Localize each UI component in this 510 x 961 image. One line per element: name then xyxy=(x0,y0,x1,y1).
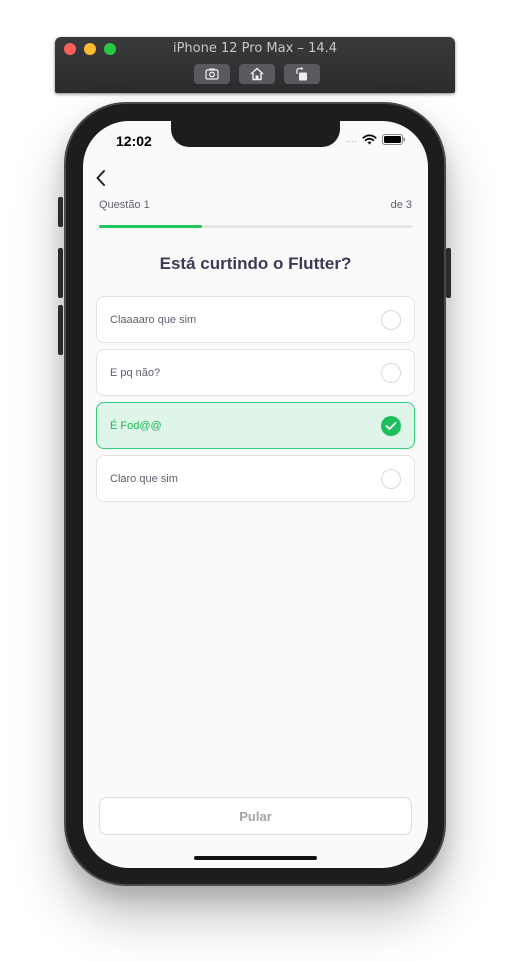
rotate-button[interactable] xyxy=(284,64,320,84)
mute-switch xyxy=(58,197,63,227)
simulator-title: iPhone 12 Pro Max – 14.4 xyxy=(172,41,338,56)
checkmark-icon xyxy=(381,416,401,436)
back-button[interactable] xyxy=(92,169,110,187)
screenshot-icon xyxy=(205,68,219,80)
battery-icon xyxy=(382,134,405,145)
rotate-icon xyxy=(296,66,307,81)
answer-label: Claaaaro que sim xyxy=(110,314,197,326)
volume-up-button xyxy=(58,248,63,298)
chevron-left-icon xyxy=(96,170,105,186)
answer-option[interactable]: E pq não? xyxy=(96,349,415,396)
answer-label: É Fod@@ xyxy=(110,420,162,432)
home-indicator xyxy=(194,856,317,860)
screenshot-button[interactable] xyxy=(194,64,230,84)
notch xyxy=(171,121,340,147)
wifi-icon xyxy=(362,134,377,145)
question-number: Questão 1 xyxy=(99,199,150,211)
radio-unchecked-icon xyxy=(381,363,401,383)
status-icons: .... xyxy=(346,134,406,145)
progress-bar xyxy=(99,225,412,228)
status-time: 12:02 xyxy=(116,133,152,149)
answer-option-selected[interactable]: É Fod@@ xyxy=(96,402,415,449)
volume-down-button xyxy=(58,305,63,355)
answer-option[interactable]: Claro que sim xyxy=(96,455,415,502)
answer-label: E pq não? xyxy=(110,367,161,379)
answer-option[interactable]: Claaaaro que sim xyxy=(96,296,415,343)
skip-button[interactable]: Pular xyxy=(99,797,412,835)
simulator-toolbar: iPhone 12 Pro Max – 14.4 xyxy=(55,37,455,93)
radio-unchecked-icon xyxy=(381,310,401,330)
power-button xyxy=(446,248,451,298)
radio-unchecked-icon xyxy=(381,469,401,489)
question-total: de 3 xyxy=(390,199,412,211)
signal-icon: .... xyxy=(345,133,357,145)
home-icon xyxy=(250,67,264,81)
app-screen: 12:02 .... Questão 1 de 3 Está curtindo … xyxy=(83,121,428,868)
question-title: Está curtindo o Flutter? xyxy=(159,254,352,273)
progress-fill xyxy=(99,225,203,228)
answer-label: Claro que sim xyxy=(110,473,178,485)
home-button[interactable] xyxy=(239,64,275,84)
